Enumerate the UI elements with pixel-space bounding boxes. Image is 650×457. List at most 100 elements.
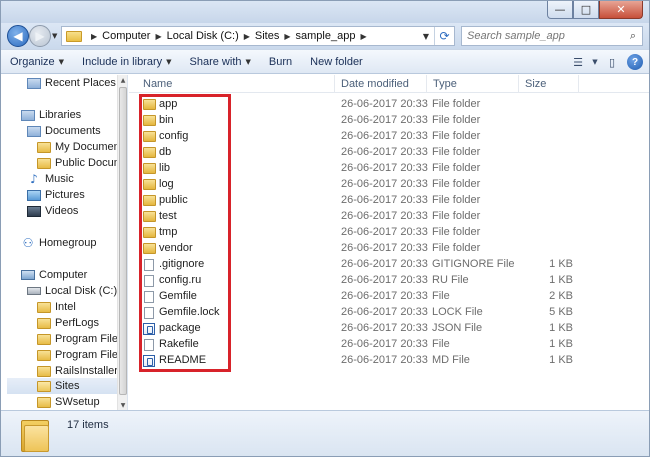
table-row[interactable]: Rakefile 26-06-2017 20:33 File 1 KB (129, 337, 649, 353)
chevron-down-icon[interactable]: ▼ (589, 52, 601, 72)
share-with-menu[interactable]: Share with ▼ (181, 51, 260, 73)
table-row[interactable]: db 26-06-2017 20:33 File folder (129, 145, 649, 161)
breadcrumb-local-disk[interactable]: Local Disk (C:) (167, 30, 239, 42)
column-header-name[interactable]: Name (137, 75, 335, 93)
file-date: 26-06-2017 20:33 (341, 338, 428, 350)
file-date: 26-06-2017 20:33 (341, 290, 428, 302)
view-controls: ☰ ▼ ▯ ? (567, 52, 643, 72)
disk-icon (27, 287, 41, 295)
table-row[interactable]: public 26-06-2017 20:33 File folder (129, 193, 649, 209)
nav-item-label: SWsetup (55, 396, 100, 408)
close-button[interactable]: ✕ (599, 1, 643, 19)
table-row[interactable]: lib 26-06-2017 20:33 File folder (129, 161, 649, 177)
file-type: File (432, 290, 450, 302)
refresh-icon[interactable]: ⟳ (434, 27, 454, 45)
videos-icon (27, 205, 41, 217)
nav-item-recent-places[interactable]: Recent Places (27, 75, 116, 91)
file-size: 1 KB (549, 274, 573, 286)
arrow-left-icon: ◀ (13, 29, 23, 43)
nav-item-sites[interactable]: Sites (7, 378, 117, 394)
file-name: config.ru (159, 274, 202, 286)
nav-item-homegroup[interactable]: ⚇ Homegroup (21, 235, 97, 251)
folder-icon (66, 30, 82, 42)
address-bar[interactable]: ▶ Computer ▶ Local Disk (C:) ▶ Sites ▶ s… (61, 26, 455, 46)
recent-pages-dropdown-icon[interactable]: ▼ (52, 32, 57, 40)
table-row[interactable]: test 26-06-2017 20:33 File folder (129, 209, 649, 225)
column-header-type[interactable]: Type (427, 75, 519, 93)
table-row[interactable]: config 26-06-2017 20:33 File folder (129, 129, 649, 145)
table-row[interactable]: log 26-06-2017 20:33 File folder (129, 177, 649, 193)
nav-item-perflogs[interactable]: PerfLogs (37, 315, 99, 331)
nav-item-swsetup[interactable]: SWsetup (37, 394, 100, 410)
chevron-down-icon[interactable]: ▼ (418, 27, 434, 45)
scroll-up-icon[interactable]: ▲ (118, 75, 127, 85)
back-button[interactable]: ◀ (7, 25, 29, 47)
preview-pane-icon[interactable]: ▯ (601, 52, 623, 72)
change-view-icon[interactable]: ☰ (567, 52, 589, 72)
column-header-date-modified[interactable]: Date modified (335, 75, 427, 93)
file-size: 2 KB (549, 290, 573, 302)
table-row[interactable]: tmp 26-06-2017 20:33 File folder (129, 225, 649, 241)
chevron-right-icon[interactable]: ▶ (284, 32, 290, 41)
forward-button[interactable]: ▶ (29, 25, 51, 47)
nav-item-label: Recent Places (45, 77, 116, 89)
share-with-label: Share with (189, 55, 242, 68)
table-row[interactable]: package 26-06-2017 20:33 JSON File 1 KB (129, 321, 649, 337)
table-row[interactable]: bin 26-06-2017 20:33 File folder (129, 113, 649, 129)
burn-button[interactable]: Burn (260, 51, 301, 73)
table-row[interactable]: .gitignore 26-06-2017 20:33 GITIGNORE Fi… (129, 257, 649, 273)
new-folder-button[interactable]: New folder (301, 51, 372, 73)
chevron-down-icon: ▼ (166, 57, 172, 66)
scrollbar-thumb[interactable] (119, 87, 127, 395)
nav-item-music[interactable]: ♪ Music (27, 171, 74, 187)
chevron-right-icon[interactable]: ▶ (91, 32, 97, 41)
table-row[interactable]: config.ru 26-06-2017 20:33 RU File 1 KB (129, 273, 649, 289)
chevron-right-icon[interactable]: ▶ (244, 32, 250, 41)
file-type: File folder (432, 114, 481, 126)
breadcrumb-sample-app[interactable]: sample_app (296, 30, 356, 42)
breadcrumb-computer[interactable]: Computer (102, 30, 150, 42)
table-row[interactable]: app 26-06-2017 20:33 File folder (129, 97, 649, 113)
chevron-right-icon[interactable]: ▶ (155, 32, 161, 41)
folder-icon (143, 115, 156, 126)
nav-item-my-documents[interactable]: My Documents (37, 139, 127, 155)
nav-item-intel[interactable]: Intel (37, 299, 76, 315)
nav-item-documents[interactable]: Documents (27, 123, 101, 139)
nav-item-program-files-x86[interactable]: Program Files (x86) (37, 347, 127, 363)
breadcrumb-sites[interactable]: Sites (255, 30, 279, 42)
column-header-size[interactable]: Size (519, 75, 579, 93)
file-size: 1 KB (549, 338, 573, 350)
nav-item-program-files[interactable]: Program Files (37, 331, 123, 347)
file-date: 26-06-2017 20:33 (341, 146, 428, 158)
application-file-icon (143, 323, 155, 335)
large-folder-icon (21, 416, 49, 452)
chevron-down-icon: ▼ (245, 57, 251, 66)
nav-item-railsinstaller[interactable]: RailsInstaller (37, 363, 118, 379)
search-icon[interactable]: ⌕ (624, 29, 642, 43)
nav-pane-scrollbar[interactable]: ▲ ▼ (117, 75, 127, 410)
nav-item-computer[interactable]: Computer (21, 267, 87, 283)
scroll-down-icon[interactable]: ▼ (118, 400, 127, 410)
maximize-button[interactable]: □ (573, 1, 599, 19)
help-icon[interactable]: ? (627, 54, 643, 70)
nav-item-videos[interactable]: Videos (27, 203, 78, 219)
nav-item-libraries[interactable]: Libraries (21, 107, 81, 123)
chevron-right-icon[interactable]: ▶ (360, 32, 366, 41)
search-input[interactable] (462, 30, 624, 42)
nav-item-public-documents[interactable]: Public Documents (37, 155, 127, 171)
file-date: 26-06-2017 20:33 (341, 130, 428, 142)
minimize-button[interactable]: — (547, 1, 573, 19)
table-row[interactable]: Gemfile.lock 26-06-2017 20:33 LOCK File … (129, 305, 649, 321)
table-row[interactable]: vendor 26-06-2017 20:33 File folder (129, 241, 649, 257)
table-row[interactable]: README 26-06-2017 20:33 MD File 1 KB (129, 353, 649, 369)
organize-menu[interactable]: Organize ▼ (1, 51, 73, 73)
folder-icon (143, 131, 156, 142)
nav-item-pictures[interactable]: Pictures (27, 187, 85, 203)
file-icon (144, 259, 154, 271)
include-in-library-menu[interactable]: Include in library ▼ (73, 51, 180, 73)
table-row[interactable]: Gemfile 26-06-2017 20:33 File 2 KB (129, 289, 649, 305)
folder-icon (143, 243, 156, 254)
file-date: 26-06-2017 20:33 (341, 114, 428, 126)
documents-icon (27, 125, 41, 137)
nav-item-local-disk[interactable]: Local Disk (C:) (27, 283, 117, 299)
